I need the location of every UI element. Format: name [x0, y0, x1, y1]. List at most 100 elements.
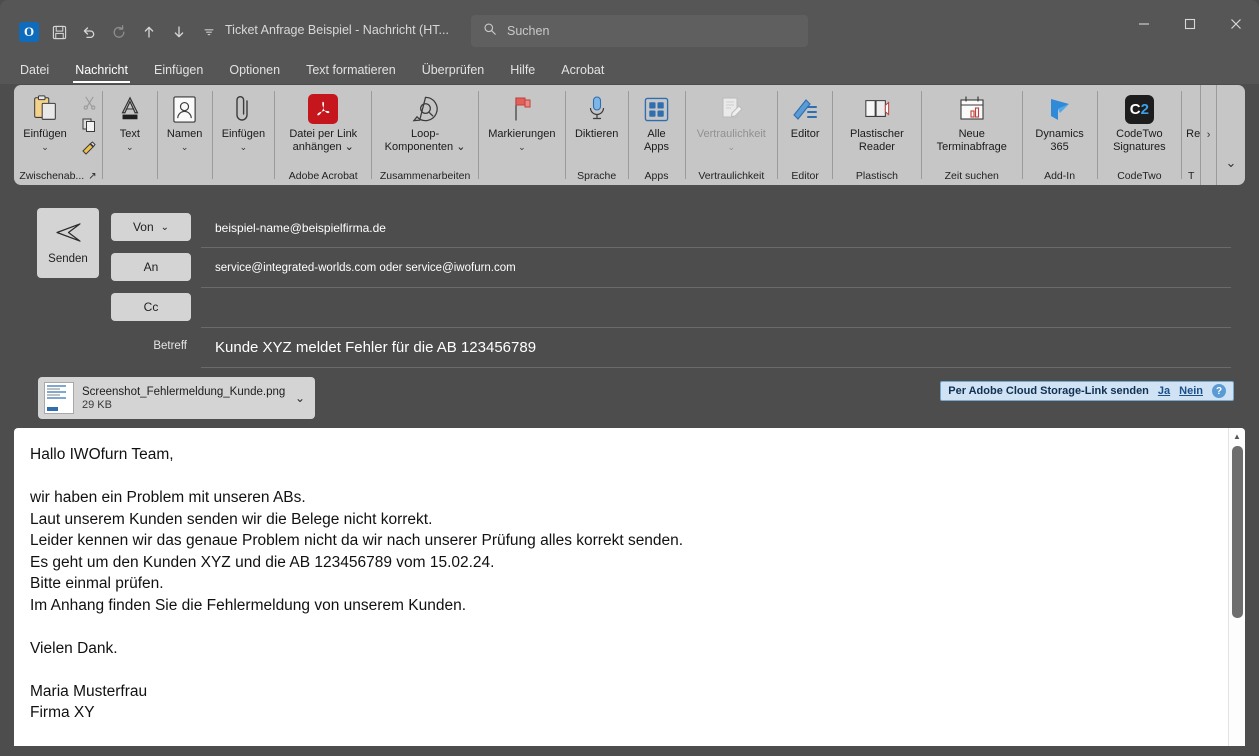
paste-button[interactable]: Einfügen ⌄	[14, 90, 76, 152]
group-label-findtime: Zeit suchen	[944, 170, 999, 182]
message-body-pane[interactable]: Hallo IWOfurn Team, wir haben ein Proble…	[14, 428, 1245, 746]
subject-input[interactable]: Kunde XYZ meldet Fehler für die AB 12345…	[201, 328, 1231, 368]
ribbon-group-names: Namen ⌄	[158, 85, 212, 185]
outlook-icon[interactable]: O	[14, 18, 44, 46]
search-input[interactable]: Suchen	[471, 15, 808, 47]
message-body-text[interactable]: Hallo IWOfurn Team, wir haben ein Proble…	[30, 444, 1211, 724]
quick-access-toolbar: O	[14, 18, 224, 46]
text-label: Text	[119, 128, 140, 140]
new-meeting-poll-label: Neue Terminabfrage	[936, 128, 1007, 153]
loop-component-icon	[411, 93, 440, 125]
ribbon-group-apps: Alle Apps Apps	[629, 85, 685, 185]
adobe-notice-yes-link[interactable]: Ja	[1158, 385, 1170, 397]
tab-einfuegen[interactable]: Einfügen	[152, 60, 205, 80]
window-title: Ticket Anfrage Beispiel - Nachricht (HT.…	[225, 23, 449, 37]
attach-by-link-button[interactable]: Datei per Link anhängen ⌄	[275, 90, 371, 154]
outlook-icon-letter: O	[23, 24, 35, 39]
help-icon[interactable]: ?	[1212, 384, 1226, 398]
chevron-down-icon[interactable]: ⌄	[295, 391, 309, 405]
sensitivity-label: Vertraulichkeit	[696, 128, 766, 140]
immersive-reader-button[interactable]: Plastischer Reader	[833, 90, 921, 154]
copy-button[interactable]	[76, 114, 102, 136]
to-button[interactable]: An	[111, 253, 191, 281]
codetwo-signatures-button[interactable]: C2 CodeTwo Signatures	[1097, 90, 1181, 154]
attachment-chip[interactable]: Screenshot_Fehlermeldung_Kunde.png 29 KB…	[38, 377, 315, 419]
ribbon-group-clipboard: Einfügen ⌄ Zwischenab... ↗	[14, 85, 102, 185]
codetwo-icon: C2	[1124, 93, 1154, 125]
cc-button[interactable]: Cc	[111, 293, 191, 321]
tab-nachricht[interactable]: Nachricht	[73, 60, 130, 83]
maximize-button[interactable]	[1167, 0, 1213, 48]
chevron-down-icon[interactable]: ⌄	[240, 142, 248, 152]
adobe-notice-no-link[interactable]: Nein	[1179, 385, 1203, 397]
tab-optionen[interactable]: Optionen	[227, 60, 282, 80]
names-label: Namen	[166, 128, 203, 140]
group-label-adobe-acrobat: Adobe Acrobat	[288, 170, 358, 182]
all-apps-button[interactable]: Alle Apps	[629, 90, 685, 154]
all-apps-label: Alle Apps	[643, 128, 670, 153]
tab-text-formatieren[interactable]: Text formatieren	[304, 60, 398, 80]
chevron-down-icon[interactable]: ⌄	[41, 142, 49, 152]
from-button[interactable]: Von ⌄	[111, 213, 191, 241]
ribbon-group-findtime: Neue Terminabfrage Zeit suchen	[922, 85, 1022, 185]
ribbon-group-truncated: Re T	[1182, 85, 1200, 185]
group-label-addin: Add-In	[1044, 170, 1076, 182]
adobe-notice-text: Per Adobe Cloud Storage-Link senden	[948, 385, 1149, 397]
scrollbar-thumb[interactable]	[1232, 446, 1243, 618]
ribbon-group-tags: Markierungen ⌄	[479, 85, 565, 185]
move-up-icon[interactable]	[134, 18, 164, 46]
tab-label: Acrobat	[561, 63, 605, 77]
names-button[interactable]: Namen ⌄	[158, 90, 212, 152]
attachment-size: 29 KB	[82, 398, 112, 411]
dynamics365-icon	[1046, 93, 1074, 125]
close-button[interactable]	[1213, 0, 1259, 48]
dynamics365-button[interactable]: Dynamics 365	[1023, 90, 1097, 154]
window-controls	[1121, 0, 1259, 48]
save-icon[interactable]	[44, 18, 74, 46]
image-thumbnail-icon	[44, 382, 74, 414]
format-painter-button[interactable]	[76, 137, 102, 159]
send-button[interactable]: Senden	[37, 208, 99, 278]
loop-components-button[interactable]: Loop-Komponenten ⌄	[372, 90, 478, 154]
attachment-name: Screenshot_Fehlermeldung_Kunde.png	[82, 385, 286, 398]
ribbon-collapse-button[interactable]: ⌄	[1217, 85, 1245, 185]
loop-components-label: Loop-Komponenten ⌄	[384, 128, 466, 153]
ribbon-group-text: Text ⌄	[103, 85, 157, 185]
scroll-up-arrow-icon[interactable]: ▲	[1229, 428, 1245, 444]
chevron-down-icon[interactable]: ⌄	[126, 142, 134, 152]
chevron-down-icon[interactable]: ⌄	[518, 142, 526, 152]
from-value[interactable]: beispiel-name@beispielfirma.de	[201, 208, 1231, 248]
dictate-button[interactable]: Diktieren	[566, 90, 628, 141]
text-button[interactable]: Text ⌄	[103, 90, 157, 152]
tab-acrobat[interactable]: Acrobat	[559, 60, 606, 80]
ribbon-group-codetwo: C2 CodeTwo Signatures CodeTwo	[1097, 85, 1181, 185]
body-scrollbar[interactable]: ▲	[1228, 428, 1245, 746]
cut-button	[76, 91, 102, 113]
search-placeholder: Suchen	[507, 24, 550, 38]
to-input[interactable]: service@integrated-worlds.com oder servi…	[201, 248, 1231, 288]
redo-icon	[104, 18, 134, 46]
group-label-truncated: T	[1188, 170, 1195, 182]
title-bar: O Ticket Anfrage Beispiel - Nachricht (H…	[0, 0, 1259, 56]
calendar-poll-icon	[958, 93, 986, 125]
dialog-launcher-icon[interactable]: ↗	[88, 171, 96, 182]
truncated-addin-button[interactable]: Re	[1182, 90, 1200, 141]
editor-button[interactable]: Editor	[778, 90, 832, 141]
tab-ueberpruefen[interactable]: Überprüfen	[420, 60, 487, 80]
undo-icon[interactable]	[74, 18, 104, 46]
tags-button[interactable]: Markierungen ⌄	[479, 90, 565, 152]
chevron-down-icon[interactable]: ⌄	[181, 142, 189, 152]
cc-input[interactable]	[201, 288, 1231, 328]
group-label-clipboard: Zwischenab...	[19, 170, 85, 182]
ribbon-overflow-button[interactable]: ›	[1200, 85, 1217, 185]
customize-qat-icon[interactable]	[194, 18, 224, 46]
tab-label: Nachricht	[75, 63, 128, 77]
dictate-label: Diktieren	[574, 128, 619, 140]
move-down-icon[interactable]	[164, 18, 194, 46]
tab-hilfe[interactable]: Hilfe	[508, 60, 537, 80]
tab-datei[interactable]: Datei	[18, 60, 51, 80]
attach-file-button[interactable]: Einfügen ⌄	[212, 90, 274, 152]
new-meeting-poll-button[interactable]: Neue Terminabfrage	[922, 90, 1022, 154]
minimize-button[interactable]	[1121, 0, 1167, 48]
ribbon-group-speech: Diktieren Sprache	[566, 85, 628, 185]
